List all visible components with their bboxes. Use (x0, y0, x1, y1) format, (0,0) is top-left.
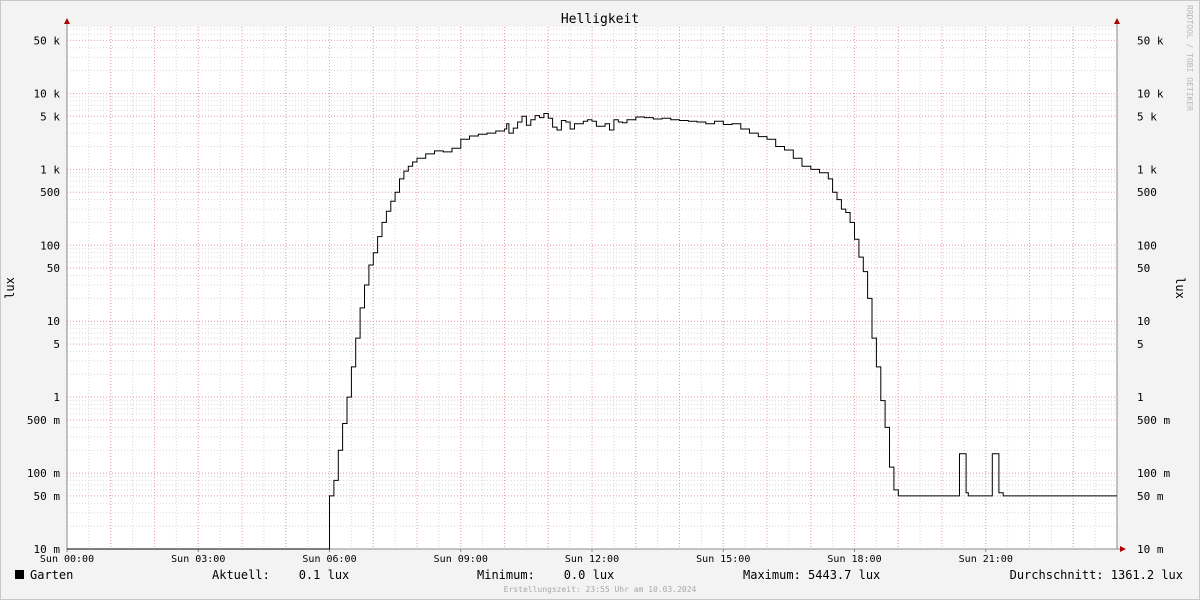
y-tick-label-left: 10 k (34, 87, 61, 100)
y-tick-label-right: 10 m (1137, 543, 1164, 556)
x-tick-label: Sun 21:00 (959, 554, 1013, 565)
y-axis-arrow-right (1114, 18, 1120, 24)
side-credit-text: RRDTOOL / TOBI OETIKER (1185, 5, 1194, 111)
x-tick-label: Sun 15:00 (696, 554, 750, 565)
x-tick-label: Sun 18:00 (827, 554, 881, 565)
y-tick-label-left: 5 (53, 338, 60, 351)
y-tick-label-left: 50 k (34, 34, 61, 47)
y-tick-label-left: 500 m (27, 414, 60, 427)
y-tick-label-right: 5 k (1137, 110, 1157, 123)
legend-average: Durchschnitt: 1361.2 lux (1010, 568, 1183, 582)
chart: 50 k 10 k 5 k 1 k 500 100 50 10 5 1 500 m 100 m 50 m… (3, 5, 1194, 594)
y-tick-label-right: 50 m (1137, 490, 1164, 503)
x-tick-label: Sun 00:00 (40, 554, 94, 565)
y-tick-label-right: 500 m (1137, 414, 1170, 427)
y-tick-label-right: 100 (1137, 239, 1157, 252)
y-tick-labels-right: 50 k 10 k 5 k 1 k 500 100 50 10 5 1 500 m 100 m 50 m… (1137, 34, 1170, 556)
y-tick-label-right: 50 k (1137, 34, 1164, 47)
legend-swatch (15, 570, 24, 579)
y-tick-label-left: 1 k (40, 163, 60, 176)
y-tick-label-right: 1 (1137, 391, 1144, 404)
legend-maximum: Maximum: 5443.7 lux (743, 568, 880, 582)
x-tick-labels: Sun 00:00 Sun 03:00 Sun 06:00 Sun 09:00 Sun … (40, 554, 1013, 565)
x-axis-arrow (1120, 546, 1126, 552)
y-tick-label-left: 1 (53, 391, 60, 404)
y-tick-label-left: 500 (40, 186, 60, 199)
x-tick-label: Sun 12:00 (565, 554, 619, 565)
y-tick-label-left: 50 (47, 262, 60, 275)
x-tick-label: Sun 06:00 (302, 554, 356, 565)
y-tick-label-right: 5 (1137, 338, 1144, 351)
y-axis-label-right: lux (1173, 277, 1187, 299)
y-tick-label-left: 100 m (27, 467, 60, 480)
y-tick-label-right: 100 m (1137, 467, 1170, 480)
y-tick-label-right: 50 (1137, 262, 1150, 275)
chart-title: Helligkeit (561, 12, 639, 27)
y-axis-arrow-left (64, 18, 70, 24)
y-tick-label-right: 10 (1137, 315, 1150, 328)
y-tick-label-right: 10 k (1137, 87, 1164, 100)
y-tick-labels-left: 50 k 10 k 5 k 1 k 500 100 50 10 5 1 500 m 100 m 50 m… (27, 34, 60, 556)
x-tick-label: Sun 03:00 (171, 554, 225, 565)
y-tick-label-left: 50 m (34, 490, 61, 503)
y-tick-label-left: 5 k (40, 110, 60, 123)
y-tick-label-left: 100 (40, 239, 60, 252)
y-tick-label-right: 1 k (1137, 163, 1157, 176)
x-tick-label: Sun 09:00 (434, 554, 488, 565)
footer-timestamp: Erstellungszeit: 23:55 Uhr am 10.03.2024 (504, 585, 697, 594)
legend-minimum: Minimum: 0.0 lux (477, 568, 614, 582)
legend-series-name: Garten (30, 568, 73, 582)
y-tick-label-left: 10 (47, 315, 60, 328)
y-axis-label-left: lux (3, 277, 17, 299)
y-tick-label-right: 500 (1137, 186, 1157, 199)
legend-current: Aktuell: 0.1 lux (212, 568, 349, 582)
